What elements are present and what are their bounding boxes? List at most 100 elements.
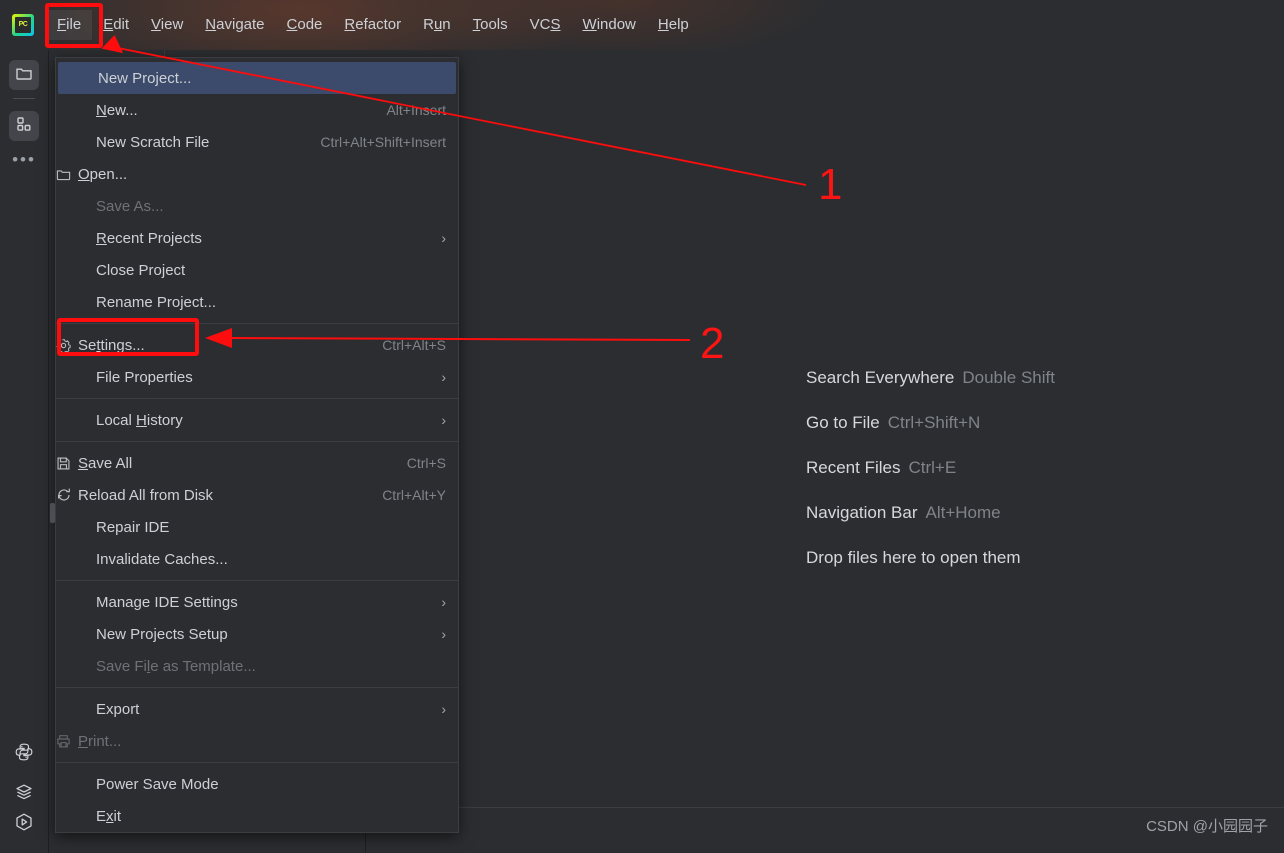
chevron-right-icon: ›: [441, 412, 446, 428]
menubar-item-window[interactable]: Window: [572, 10, 647, 40]
hint-shortcut: Ctrl+E: [908, 458, 957, 477]
editor-hints: Search Everywhere Double Shift Go to File…: [806, 366, 1055, 591]
menubar-item-edit[interactable]: Edit: [92, 10, 140, 40]
menu-item-shortcut: Ctrl+Alt+Shift+Insert: [320, 134, 446, 150]
menu-item-manage-ide-settings[interactable]: Manage IDE Settings ›: [56, 586, 458, 618]
menubar-item-label: Run: [423, 16, 451, 33]
menu-item-save-all[interactable]: Save All Ctrl+S: [56, 447, 458, 479]
menu-item-label: Repair IDE: [96, 518, 170, 536]
hint-row: Navigation Bar Alt+Home: [806, 501, 1055, 526]
menubar-item-refactor[interactable]: Refactor: [333, 10, 412, 40]
hint-shortcut: Ctrl+Shift+N: [887, 413, 981, 432]
sidebar-item-project[interactable]: [9, 60, 39, 90]
menubar-item-vcs[interactable]: VCS: [519, 10, 572, 40]
menubar-item-label: Refactor: [344, 16, 402, 33]
menu-item-label: Print...: [78, 732, 122, 750]
menu-item-reload-all-from-disk[interactable]: Reload All from Disk Ctrl+Alt+Y: [56, 479, 458, 511]
menubar-item-help[interactable]: Help: [647, 10, 700, 40]
menu-item-rename-project[interactable]: Rename Project...: [56, 286, 458, 318]
save-icon: [56, 456, 78, 471]
menu-item-new[interactable]: New... Alt+Insert: [56, 94, 458, 126]
sidebar-item-services[interactable]: [9, 779, 39, 809]
menu-item-label: New...: [96, 101, 138, 119]
hint-row: Search Everywhere Double Shift: [806, 366, 1055, 391]
menu-item-label: Save All: [78, 454, 133, 472]
menu-item-print: Print...: [56, 725, 458, 757]
file-menu-popup[interactable]: New Project... New... Alt+Insert New Scratc…: [55, 57, 459, 833]
menu-item-label: Settings...: [78, 336, 145, 354]
menubar-item-label: Help: [657, 16, 689, 33]
menu-item-label: Save File as Template...: [96, 657, 256, 675]
menu-item-recent-projects[interactable]: Recent Projects ›: [56, 222, 458, 254]
menubar-item-file[interactable]: File: [46, 10, 93, 40]
menu-item-label: New Project...: [98, 69, 192, 87]
menu-item-save-as: Save As...: [56, 190, 458, 222]
menubar-item-label: File: [57, 16, 82, 33]
menu-item-label: Manage IDE Settings: [96, 593, 238, 611]
menu-item-shortcut: Ctrl+Alt+Y: [382, 487, 446, 503]
chevron-right-icon: ›: [441, 594, 446, 610]
menubar-item-label: VCS: [529, 16, 561, 33]
menu-item-label: New Projects Setup: [96, 625, 228, 643]
python-icon: [14, 742, 34, 767]
menu-item-shortcut: Ctrl+S: [406, 455, 446, 471]
hint-label: Recent Files: [806, 458, 901, 477]
sidebar-item-structure[interactable]: [9, 111, 39, 141]
menu-item-open[interactable]: Open...: [56, 158, 458, 190]
menu-item-export[interactable]: Export ›: [56, 693, 458, 725]
run-icon: [13, 811, 35, 838]
menu-item-label: File Properties: [96, 368, 193, 386]
menubar-item-code[interactable]: Code: [276, 10, 334, 40]
sidebar-item-python-console[interactable]: [9, 739, 39, 769]
menu-item-settings[interactable]: Settings... Ctrl+Alt+S: [56, 329, 458, 361]
menubar-item-navigate[interactable]: Navigate: [194, 10, 275, 40]
menu-separator: [56, 762, 458, 763]
menu-item-power-save-mode[interactable]: Power Save Mode: [56, 768, 458, 800]
editor-scroll-nub[interactable]: [50, 503, 55, 523]
hint-label: Drop files here to open them: [806, 548, 1021, 567]
more-icon[interactable]: •••: [12, 151, 36, 168]
chevron-right-icon: ›: [441, 701, 446, 717]
menu-item-close-project[interactable]: Close Project: [56, 254, 458, 286]
watermark: CSDN @小园园子: [1146, 818, 1268, 835]
menubar-item-label: Edit: [103, 16, 130, 33]
menu-item-invalidate-caches[interactable]: Invalidate Caches...: [56, 543, 458, 575]
folder-icon: [15, 64, 33, 87]
hint-shortcut: Double Shift: [962, 368, 1055, 387]
hint-row: Recent Files Ctrl+E: [806, 456, 1055, 481]
menu-item-new-projects-setup[interactable]: New Projects Setup ›: [56, 618, 458, 650]
menu-item-local-history[interactable]: Local History ›: [56, 404, 458, 436]
hint-label: Navigation Bar: [806, 503, 918, 522]
chevron-right-icon: ›: [441, 369, 446, 385]
sidebar-item-run[interactable]: [9, 809, 39, 839]
menu-item-exit[interactable]: Exit: [56, 800, 458, 832]
menu-item-label: Open...: [78, 165, 128, 183]
menubar-item-label: Tools: [472, 16, 508, 33]
menubar-item-label: Code: [286, 16, 323, 33]
menubar-item-tools[interactable]: Tools: [462, 10, 519, 40]
menu-item-new-scratch-file[interactable]: New Scratch File Ctrl+Alt+Shift+Insert: [56, 126, 458, 158]
folder-icon: [56, 167, 78, 182]
main-menu-bar: PC File Edit View Navigate Code Refactor Run To…: [0, 0, 1284, 50]
menubar-item-run[interactable]: Run: [412, 10, 462, 40]
menubar-item-label: View: [151, 16, 184, 33]
menu-separator: [56, 441, 458, 442]
structure-icon: [15, 115, 33, 138]
hint-row: Drop files here to open them: [806, 546, 1055, 571]
menu-item-label: Power Save Mode: [96, 775, 219, 793]
gear-icon: [56, 338, 78, 353]
menu-item-label: New Scratch File: [96, 133, 210, 151]
menu-item-save-file-as-template: Save File as Template...: [56, 650, 458, 682]
menu-item-new-project[interactable]: New Project...: [58, 62, 456, 94]
menu-separator: [56, 580, 458, 581]
menu-item-file-properties[interactable]: File Properties ›: [56, 361, 458, 393]
pycharm-logo-icon: PC: [12, 14, 34, 36]
tool-window-sidebar: •••: [0, 50, 49, 853]
hint-label: Go to File: [806, 413, 880, 432]
menu-item-repair-ide[interactable]: Repair IDE: [56, 511, 458, 543]
menubar-item-label: Navigate: [205, 16, 265, 33]
menu-item-label: Exit: [96, 807, 122, 825]
menu-item-label: Save As...: [96, 197, 164, 215]
menubar-item-view[interactable]: View: [140, 10, 194, 40]
chevron-right-icon: ›: [441, 230, 446, 246]
